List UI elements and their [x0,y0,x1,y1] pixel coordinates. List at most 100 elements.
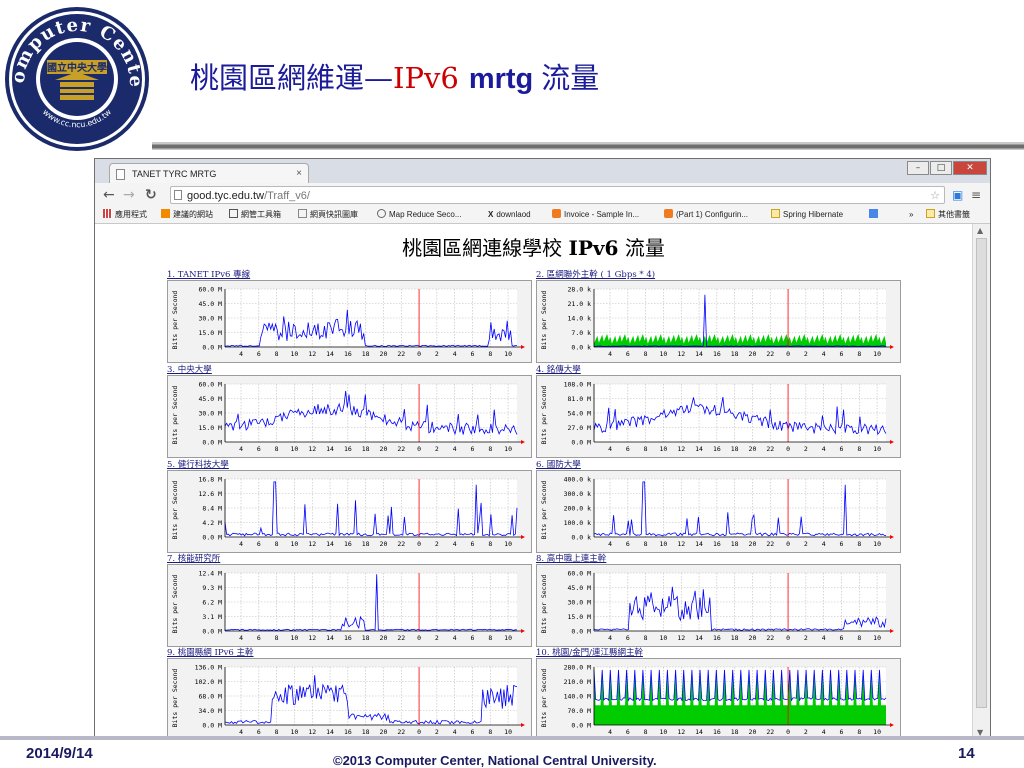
y-tick-label: 15.0 M [199,424,223,432]
mrtg-panel-title-link[interactable]: 5. 健行科技大學 [167,460,229,470]
x-tick-label: 8 [857,634,861,642]
mrtg-panel: 8. 高中職上連主幹 Bits per Second 60.0 M 45.0 M 30.… [536,554,904,649]
x-tick-label: 0 [417,634,421,642]
x-tick-label: 18 [731,634,739,642]
page-heading-main: 桃園區網連線學校 [402,236,563,260]
y-tick-label: 14.0 k [568,315,592,323]
y-tick-label: 28.0 k [568,286,592,294]
mrtg-traffic-chart: 108.0 M 81.0 M 54.0 M 27.0 M 0.0 M 4 6 8 10 12 14 1… [564,381,894,453]
x-tick-label: 20 [749,728,757,736]
minimize-button[interactable]: – [907,161,929,175]
folder-icon [771,209,780,218]
mrtg-traffic-chart: 16.8 M 12.6 M 8.4 M 4.2 M 0.0 M 4 6 8 10 12 14 16 18… [199,476,525,548]
x-tick-label: 2 [435,634,439,642]
mrtg-panel-title-link[interactable]: 10. 桃園/金門/連江縣網主幹 [536,648,643,658]
mrtg-panel-title-link[interactable]: 4. 銘傳大學 [536,365,581,375]
bookmark-label: downlaod [496,210,531,219]
window-close-button[interactable]: ✕ [953,161,987,175]
mrtg-panel-title-link[interactable]: 3. 中央大學 [167,365,212,375]
x-tick-label: 8 [857,445,861,453]
scroll-thumb[interactable] [976,238,987,708]
bookmark-download[interactable]: Xdownlaod [488,209,531,221]
back-arrow-icon[interactable]: ← [103,187,115,203]
google-icon[interactable] [869,209,881,221]
bookmark-suggested[interactable]: 建議的網站 [161,209,213,221]
bookmark-star-icon[interactable]: ☆ [930,187,940,205]
x-tick-label: 6 [257,350,261,358]
x-tick-label: 4 [239,350,243,358]
extension-icon[interactable]: ▣ [952,187,963,203]
x-tick-label: 8 [644,728,648,736]
bookmark-apps[interactable]: 應用程式 [103,209,147,221]
bookmarks-bar: 應用程式 建議的網站 網管工具箱 網頁快訊圖庫 Map Reduce Seco.… [95,207,990,224]
mrtg-panel-title-link[interactable]: 1. TANET IPv6 專線 [167,270,250,280]
menu-icon[interactable]: ≡ [971,187,981,203]
forward-arrow-icon[interactable]: → [123,187,135,203]
y-tick-label: 60.0 M [199,381,223,389]
x-tick-label: 18 [731,728,739,736]
axis-arrow-icon [890,723,894,727]
x-tick-label: 12 [308,350,316,358]
close-tab-icon[interactable]: × [296,164,302,184]
address-bar[interactable]: good.tyc.edu.tw/Traff_v6/ ☆ [170,186,945,204]
y-axis-label-text: Bits per Second [171,385,179,445]
chart-icon [229,209,238,218]
x-tick-label: 10 [291,540,299,548]
browser-tab[interactable]: TANET TYRC MRTG × [109,163,309,183]
reload-icon[interactable]: ↻ [145,187,157,203]
x-tick-label: 2 [435,540,439,548]
y-tick-label: 3.1 M [202,613,222,621]
axis-arrow-icon [521,723,525,727]
mrtg-traffic-chart: 60.0 M 45.0 M 30.0 M 15.0 M 0.0 M 4 6 8 10 12 14 16… [568,570,894,642]
x-tick-label: 18 [731,445,739,453]
mrtg-traffic-chart: 28.0 k 21.0 k 14.0 k 7.0 k 0.0 k 4 6 8 10 12 14 16 1… [568,286,894,358]
bookmark-mapreduce[interactable]: Map Reduce Seco... [377,209,461,221]
axis-arrow-icon [890,629,894,633]
x-tick-label: 4 [453,350,457,358]
bookmark-label: 網管工具箱 [241,210,281,219]
blogger-icon [664,209,673,218]
x-tick-label: 20 [749,350,757,358]
y-tick-label: 54.0 M [568,410,592,418]
x-tick-label: 22 [397,540,405,548]
maximize-button[interactable]: □ [930,161,952,175]
bookmarks-overflow[interactable]: » [909,209,913,221]
page-heading-ipv6: IPv6 [568,236,619,260]
x-tick-label: 6 [840,634,844,642]
y-tick-label: 16.8 M [199,476,223,484]
y-tick-label: 0.0 k [571,534,591,542]
y-tick-label: 0.0 M [202,344,222,352]
mrtg-panel-title-link[interactable]: 2. 區網聯外主幹 ( 1 Gbps * 4) [536,270,655,280]
y-tick-label: 34.0 M [199,707,223,715]
x-tick-label: 0 [786,445,790,453]
x-tick-label: 10 [873,634,881,642]
y-tick-label: 0.0 M [202,628,222,636]
mrtg-panel-title-link[interactable]: 7. 核能研究所 [167,554,220,564]
x-tick-label: 6 [471,350,475,358]
mrtg-panel-title-link[interactable]: 8. 高中職上連主幹 [536,554,606,564]
x-tick-label: 10 [504,445,512,453]
scroll-up-arrow-icon[interactable]: ▲ [977,226,983,235]
y-tick-label: 30.0 M [199,315,223,323]
bookmark-label: 應用程式 [115,210,147,219]
y-axis-label: Bits per Second [539,481,548,540]
x-tick-label: 10 [660,445,668,453]
bookmark-configuring[interactable]: (Part 1) Configurin... [664,209,748,221]
x-tick-label: 2 [804,540,808,548]
x-tick-label: 4 [822,350,826,358]
bookmark-webslice[interactable]: 網頁快訊圖庫 [298,209,358,221]
x-tick-label: 8 [275,350,279,358]
mrtg-graph-frame: Bits per Second 136.0 M 102.0 M 68.0 M 34.0 … [167,658,532,739]
vertical-scrollbar[interactable]: ▲ ▼ [972,224,990,739]
bookmark-spring[interactable]: Spring Hibernate [771,209,843,221]
bookmark-nettools[interactable]: 網管工具箱 [229,209,281,221]
y-tick-label: 7.0 k [571,329,591,337]
bookmark-invoice[interactable]: Invoice - Sample In... [552,209,639,221]
bookmark-other[interactable]: 其他書籤 [926,209,970,221]
mrtg-panel-title-link[interactable]: 9. 桃園縣網 IPv6 主幹 [167,648,254,658]
page-icon [116,169,125,180]
x-tick-label: 12 [677,728,685,736]
browser-window: TANET TYRC MRTG × – □ ✕ ← → ↻ good.tyc.e… [94,158,991,740]
mrtg-panel-title-link[interactable]: 6. 國防大學 [536,460,581,470]
mrtg-panel: 5. 健行科技大學 Bits per Second 16.8 M 12.6 M 8.4 … [167,460,535,555]
